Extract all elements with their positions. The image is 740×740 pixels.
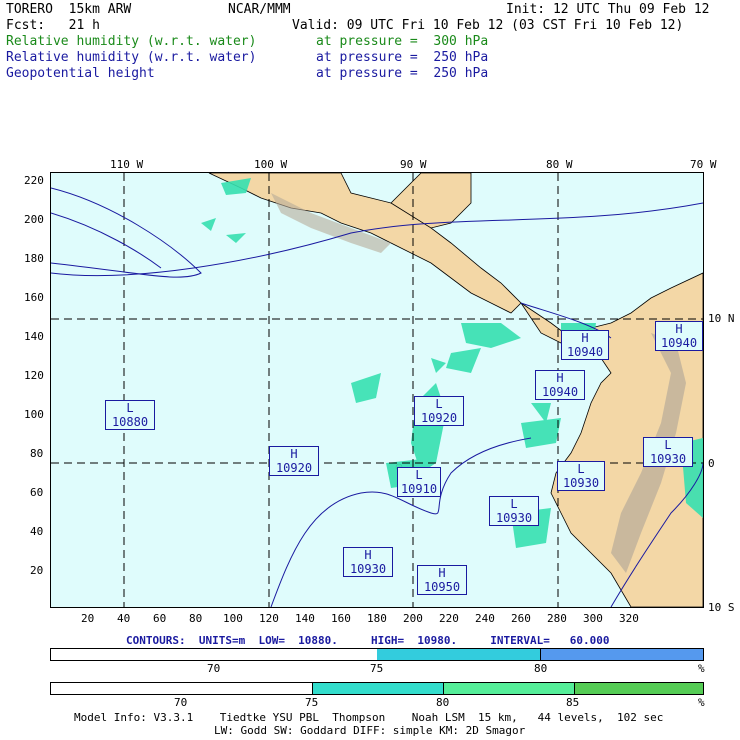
x-tick: 60 [153, 612, 167, 625]
y-tick: 200 [24, 213, 44, 226]
pressure-center-low: L 10930 [643, 437, 693, 467]
y-tick: 220 [24, 174, 44, 187]
pressure-center-low: L 10920 [414, 396, 464, 426]
color-bar-segment [377, 649, 541, 660]
bar2-label: 70 [174, 696, 188, 709]
field-2-level: at pressure = 250 hPa [316, 50, 489, 65]
weather-map: L 10880 H 10920 L 10920 L 10910 H 10930 H 1095… [50, 172, 704, 608]
color-bar-segment [51, 683, 313, 694]
x-tick: 320 [619, 612, 639, 625]
lon-label-100w: 100 W [254, 158, 288, 171]
bar2-label: 75 [305, 696, 319, 709]
model-title: TORERO 15km ARW [6, 2, 132, 17]
x-tick: 140 [295, 612, 315, 625]
bar2-label: 80 [436, 696, 450, 709]
bar2-unit: % [698, 696, 705, 709]
field-2-name: Relative humidity (w.r.t. water) [6, 50, 257, 65]
x-tick: 300 [583, 612, 603, 625]
pressure-center-low: L 10880 [105, 400, 155, 430]
bar2-label: 85 [566, 696, 580, 709]
y-tick: 180 [24, 252, 44, 265]
color-bar-segment [51, 649, 378, 660]
bar1-label: 75 [370, 662, 384, 675]
color-bar-segment [444, 683, 575, 694]
lon-label-80w: 80 W [546, 158, 573, 171]
map-graphics [51, 173, 703, 607]
lat-label-0: 0 [708, 457, 715, 470]
pressure-center-high: H 10940 [655, 321, 703, 351]
color-bar-segment [575, 683, 703, 694]
init-time: Init: 12 UTC Thu 09 Feb 12 [506, 2, 710, 17]
color-bar-segment [541, 649, 703, 660]
contours-info: CONTOURS: UNITS=m LOW= 10880. HIGH= 1098… [126, 634, 610, 647]
pressure-center-low: L 10930 [557, 461, 605, 491]
lat-label-10s: 10 S [708, 601, 735, 614]
model-info: Model Info: V3.3.1 Tiedtke YSU PBL Thomp… [74, 711, 664, 724]
pressure-center-high: H 10930 [343, 547, 393, 577]
valid-time: Valid: 09 UTC Fri 10 Feb 12 (03 CST Fri … [292, 18, 684, 33]
physics-info: LW: Godd SW: Goddard DIFF: simple KM: 2D… [214, 724, 526, 737]
y-tick: 80 [30, 447, 44, 460]
x-tick: 260 [511, 612, 531, 625]
field-1-name: Relative humidity (w.r.t. water) [6, 34, 257, 49]
x-tick: 180 [367, 612, 387, 625]
pressure-center-high: H 10950 [417, 565, 467, 595]
pressure-center-high: H 10940 [561, 330, 609, 360]
x-tick: 200 [403, 612, 423, 625]
y-tick: 40 [30, 525, 44, 538]
bar1-label: 70 [207, 662, 221, 675]
y-tick: 160 [24, 291, 44, 304]
lat-label-10n: 10 N [708, 312, 735, 325]
x-tick: 160 [331, 612, 351, 625]
x-tick: 280 [547, 612, 567, 625]
x-tick: 20 [81, 612, 95, 625]
y-tick: 20 [30, 564, 44, 577]
forecast-hour: Fcst: 21 h [6, 18, 100, 33]
pressure-center-low: L 10910 [397, 467, 441, 497]
y-tick: 60 [30, 486, 44, 499]
field-3-name: Geopotential height [6, 66, 155, 81]
lon-label-70w: 70 W [690, 158, 717, 171]
y-tick: 140 [24, 330, 44, 343]
bar1-label: 80 [534, 662, 548, 675]
field-1-level: at pressure = 300 hPa [316, 34, 489, 49]
x-tick: 220 [439, 612, 459, 625]
bar1-unit: % [698, 662, 705, 675]
y-tick: 100 [24, 408, 44, 421]
x-tick: 100 [223, 612, 243, 625]
pressure-center-high: H 10920 [269, 446, 319, 476]
pressure-center-high: H 10940 [535, 370, 585, 400]
x-tick: 240 [475, 612, 495, 625]
color-bar-rh-250 [50, 648, 704, 661]
lon-label-90w: 90 W [400, 158, 427, 171]
x-tick: 80 [189, 612, 203, 625]
x-tick: 40 [117, 612, 131, 625]
color-bar-segment [313, 683, 444, 694]
color-bar-rh-300 [50, 682, 704, 695]
pressure-center-low: L 10930 [489, 496, 539, 526]
y-tick: 120 [24, 369, 44, 382]
field-3-level: at pressure = 250 hPa [316, 66, 489, 81]
x-tick: 120 [259, 612, 279, 625]
center-name: NCAR/MMM [228, 2, 291, 17]
lon-label-110w: 110 W [110, 158, 144, 171]
